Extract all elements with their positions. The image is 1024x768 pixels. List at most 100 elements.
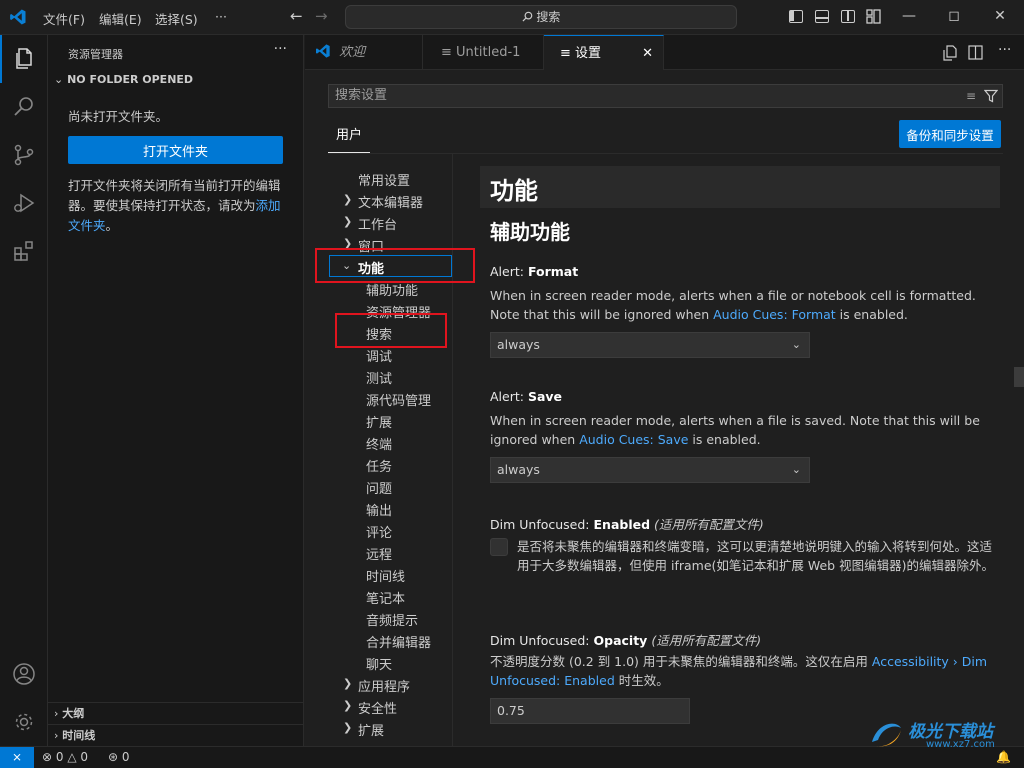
toc-item-problems[interactable]: 问题 <box>366 478 392 497</box>
outline-label: 大纲 <box>62 707 85 720</box>
clear-filter-icon[interactable]: ≡ <box>966 85 976 107</box>
toc-item-application[interactable]: 应用程序 <box>358 676 410 695</box>
menu-file[interactable]: 文件(F) <box>43 9 85 28</box>
setting-desc-end: is enabled. <box>835 307 908 322</box>
chevron-down-icon: ⌄ <box>791 338 801 351</box>
content-scrollbar[interactable] <box>1014 367 1024 387</box>
setting-alert-save-title: Alert: Save <box>490 389 562 404</box>
remote-indicator-icon[interactable]: ⨯ <box>0 747 34 768</box>
warning-icon: △ <box>67 750 77 764</box>
source-control-icon[interactable] <box>0 131 48 179</box>
outline-section[interactable]: › 大纲 <box>48 702 303 724</box>
toggle-panel-icon[interactable] <box>815 10 829 23</box>
editor-more-actions-icon[interactable]: ··· <box>998 42 1011 58</box>
toc-item-audio-cues[interactable]: 音频提示 <box>366 610 418 629</box>
toggle-secondary-sidebar-icon[interactable] <box>841 10 855 23</box>
setting-title-prefix: Dim Unfocused: <box>490 633 594 648</box>
accounts-icon[interactable] <box>0 650 48 698</box>
toc-item-workbench[interactable]: 工作台 <box>358 214 397 233</box>
run-debug-icon[interactable] <box>0 179 48 227</box>
dim-unfocused-checkbox[interactable] <box>490 538 508 556</box>
setting-scope: (适用所有配置文件) <box>654 517 764 532</box>
search-icon <box>522 11 532 22</box>
toc-item-text-editor[interactable]: 文本编辑器 <box>358 192 423 211</box>
close-tab-icon[interactable]: ✕ <box>642 36 653 71</box>
menu-edit[interactable]: 编辑(E) <box>99 9 142 28</box>
setting-alert-format-title: Alert: Format <box>490 264 578 279</box>
audio-cues-format-link[interactable]: Audio Cues: Format <box>713 307 836 322</box>
toc-item-chat[interactable]: 聊天 <box>366 654 392 673</box>
extensions-icon[interactable] <box>0 227 48 275</box>
editor-tab-bar: 欢迎 ≡ Untitled-1 ≡ 设置 ✕ ··· <box>305 35 1024 70</box>
setting-desc-end: is enabled. <box>688 432 761 447</box>
menu-selection[interactable]: 选择(S) <box>155 9 198 28</box>
toc-sash[interactable] <box>452 154 453 746</box>
open-settings-json-icon[interactable] <box>942 45 958 61</box>
chevron-right-icon[interactable]: ❯ <box>343 721 352 734</box>
tab-welcome[interactable]: 欢迎 <box>305 35 423 70</box>
toc-item-timeline[interactable]: 时间线 <box>366 566 405 585</box>
ports-status[interactable]: ⊛ 0 <box>108 750 130 764</box>
toggle-primary-sidebar-icon[interactable] <box>789 10 803 23</box>
toc-item-extensions[interactable]: 扩展 <box>366 412 392 431</box>
error-count: 0 <box>55 750 64 764</box>
timeline-section[interactable]: › 时间线 <box>48 724 303 746</box>
chevron-right-icon[interactable]: ❯ <box>343 699 352 712</box>
manage-gear-icon[interactable] <box>0 698 48 746</box>
highlight-features <box>315 248 475 283</box>
explorer-icon[interactable] <box>0 35 48 83</box>
open-folder-button[interactable]: 打开文件夹 <box>68 136 283 164</box>
setting-alert-save-desc: When in screen reader mode, alerts when … <box>490 411 990 449</box>
no-folder-section[interactable]: ⌄ NO FOLDER OPENED <box>54 73 193 86</box>
back-arrow-icon[interactable]: ← <box>290 7 303 25</box>
toc-item-tasks[interactable]: 任务 <box>366 456 392 475</box>
setting-title-bold: Enabled <box>593 517 651 532</box>
chevron-right-icon[interactable]: ❯ <box>343 215 352 228</box>
toc-item-testing[interactable]: 测试 <box>366 368 392 387</box>
no-folder-message: 尚未打开文件夹。 <box>68 109 169 124</box>
chevron-right-icon[interactable]: ❯ <box>343 677 352 690</box>
tab-untitled[interactable]: ≡ Untitled-1 <box>423 35 544 70</box>
open-folder-hint: 打开文件夹将关闭所有当前打开的编辑器。要使其保持打开状态，请改为添加文件夹。 <box>68 176 288 236</box>
toc-item-terminal[interactable]: 终端 <box>366 434 392 453</box>
backup-sync-button[interactable]: 备份和同步设置 <box>899 120 1001 148</box>
toc-item-security[interactable]: 安全性 <box>358 698 397 717</box>
problems-status[interactable]: ⊗ 0 △ 0 <box>42 750 88 764</box>
close-window-icon[interactable]: ✕ <box>990 6 1010 26</box>
toc-item-scm[interactable]: 源代码管理 <box>366 390 431 409</box>
search-view-icon[interactable] <box>0 83 48 131</box>
maximize-icon[interactable]: ◻ <box>944 6 964 26</box>
alert-format-select[interactable]: always ⌄ <box>490 332 810 358</box>
sidebar-more-actions-icon[interactable]: ··· <box>274 41 287 57</box>
alert-save-select[interactable]: always ⌄ <box>490 457 810 483</box>
toc-item-output[interactable]: 输出 <box>366 500 392 519</box>
tab-settings[interactable]: ≡ 设置 ✕ <box>544 35 664 70</box>
tab-untitled-label: Untitled-1 <box>456 45 521 60</box>
user-settings-tab[interactable]: 用户 <box>328 126 370 153</box>
toc-item-remote[interactable]: 远程 <box>366 544 392 563</box>
toc-item-extensions-root[interactable]: 扩展 <box>358 720 384 739</box>
setting-title-bold: Format <box>527 264 579 279</box>
filter-icon[interactable] <box>984 89 998 103</box>
menu-more[interactable]: ··· <box>215 9 227 24</box>
toc-item-comments[interactable]: 评论 <box>366 522 392 541</box>
setting-title-bold: Opacity <box>593 633 648 648</box>
customize-layout-icon[interactable] <box>866 9 881 24</box>
dim-opacity-input[interactable]: 0.75 <box>490 698 690 724</box>
settings-search-input[interactable]: 搜索设置 ≡ <box>328 84 1003 108</box>
notifications-bell-icon[interactable]: 🔔 <box>996 750 1011 764</box>
setting-dim-opacity-desc: 不透明度分数 (0.2 到 1.0) 用于未聚焦的编辑器和终端。这仅在启用 Ac… <box>490 652 990 690</box>
toc-item-debug[interactable]: 调试 <box>366 346 392 365</box>
section-title: 功能 <box>490 177 538 205</box>
toc-item-notebook[interactable]: 笔记本 <box>366 588 405 607</box>
minimize-icon[interactable]: — <box>899 6 919 26</box>
forward-arrow-icon[interactable]: → <box>315 7 328 25</box>
command-center-search[interactable]: 搜索 <box>345 5 737 29</box>
chevron-right-icon[interactable]: ❯ <box>343 193 352 206</box>
toc-item-merge-editor[interactable]: 合并编辑器 <box>366 632 431 651</box>
toc-item-common[interactable]: 常用设置 <box>358 170 410 189</box>
vscode-logo-icon <box>10 9 26 25</box>
split-editor-icon[interactable] <box>968 45 983 60</box>
settings-lines-icon: ≡ <box>560 46 571 61</box>
audio-cues-save-link[interactable]: Audio Cues: Save <box>579 432 688 447</box>
